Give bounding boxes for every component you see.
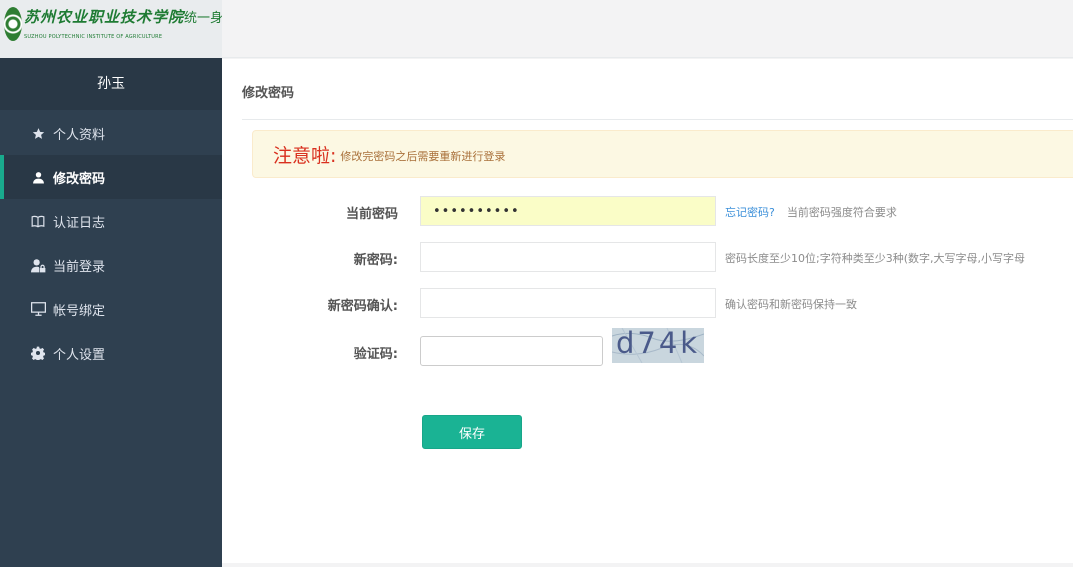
top-bar [222,0,1073,58]
sidebar-item-auth-log[interactable]: 认证日志 [0,199,222,243]
user-name: 孙玉 [0,58,222,110]
captcha-label: 验证码: [353,347,398,362]
sidebar: 苏州农业职业技术学院统一身份认证 SUZHOU POLYTECHNIC INST… [0,0,222,567]
main-content: 修改密码 注意啦: 修改完密码之后需要重新进行登录 当前密码 忘记密码?当前密码… [222,59,1073,563]
sidebar-nav: 个人资料 修改密码 认证日志 当前登录 帐号绑定 个人设置 [0,111,222,375]
logo-system-name: 统一身份认证 [184,11,222,26]
confirm-password-input[interactable] [420,288,716,318]
password-strength-text: 当前密码强度符合要求 [786,206,897,219]
confirm-password-help: 确认密码和新密码保持一致 [725,298,857,311]
sidebar-item-personal-settings[interactable]: 个人设置 [0,331,222,375]
sidebar-item-label: 个人资料 [53,127,106,143]
sidebar-item-current-login[interactable]: 当前登录 [0,243,222,287]
form-row-captcha: 验证码: d74k [222,328,1073,366]
page-title: 修改密码 [242,86,295,101]
captcha-image[interactable]: d74k [612,328,704,363]
title-divider [242,119,1073,120]
save-button[interactable]: 保存 [422,415,522,449]
notice-text: 修改完密码之后需要重新进行登录 [340,149,506,163]
new-password-input[interactable] [420,242,716,272]
user-lock-icon [30,257,46,273]
sidebar-item-change-password[interactable]: 修改密码 [0,155,222,199]
captcha-input[interactable] [420,336,603,366]
school-emblem-icon [4,7,22,41]
sidebar-item-account-binding[interactable]: 帐号绑定 [0,287,222,331]
logo[interactable]: 苏州农业职业技术学院统一身份认证 SUZHOU POLYTECHNIC INST… [0,0,222,58]
new-password-help: 密码长度至少10位;字符种类至少3种(数字,大写字母,小写字母 [725,252,1025,265]
form-row-current-password: 当前密码 忘记密码? 当前密码强度符合要求 [222,196,1073,226]
sidebar-item-label: 个人设置 [53,347,106,363]
current-password-input[interactable] [420,196,716,226]
forgot-password-link[interactable]: 忘记密码? [725,206,775,219]
form-row-new-password: 新密码: 密码长度至少10位;字符种类至少3种(数字,大写字母,小写字母 [222,242,1073,272]
sidebar-item-label: 帐号绑定 [53,303,106,319]
form-row-confirm-password: 新密码确认: 确认密码和新密码保持一致 [222,288,1073,318]
confirm-password-label: 新密码确认: [327,299,398,314]
current-password-help: 忘记密码? 当前密码强度符合要求 [725,204,897,220]
book-icon [30,213,46,229]
gear-icon [30,345,46,361]
new-password-label: 新密码: [353,253,398,268]
sidebar-item-label: 当前登录 [53,259,106,275]
logo-english-name: SUZHOU POLYTECHNIC INSTITUTE OF AGRICULT… [24,34,163,40]
sidebar-item-label: 修改密码 [53,171,106,187]
sidebar-item-profile[interactable]: 个人资料 [0,111,222,155]
sidebar-item-label: 认证日志 [53,215,106,231]
monitor-icon [30,301,46,317]
star-icon [30,125,46,141]
notice-banner: 注意啦: 修改完密码之后需要重新进行登录 [252,130,1073,178]
captcha-text: d74k [616,328,701,360]
logo-school-name: 苏州农业职业技术学院统一身份认证 [24,6,222,27]
bottom-strip [222,563,1073,567]
user-icon [30,169,46,185]
notice-strong: 注意啦: [273,144,337,167]
current-password-label: 当前密码 [345,207,398,222]
